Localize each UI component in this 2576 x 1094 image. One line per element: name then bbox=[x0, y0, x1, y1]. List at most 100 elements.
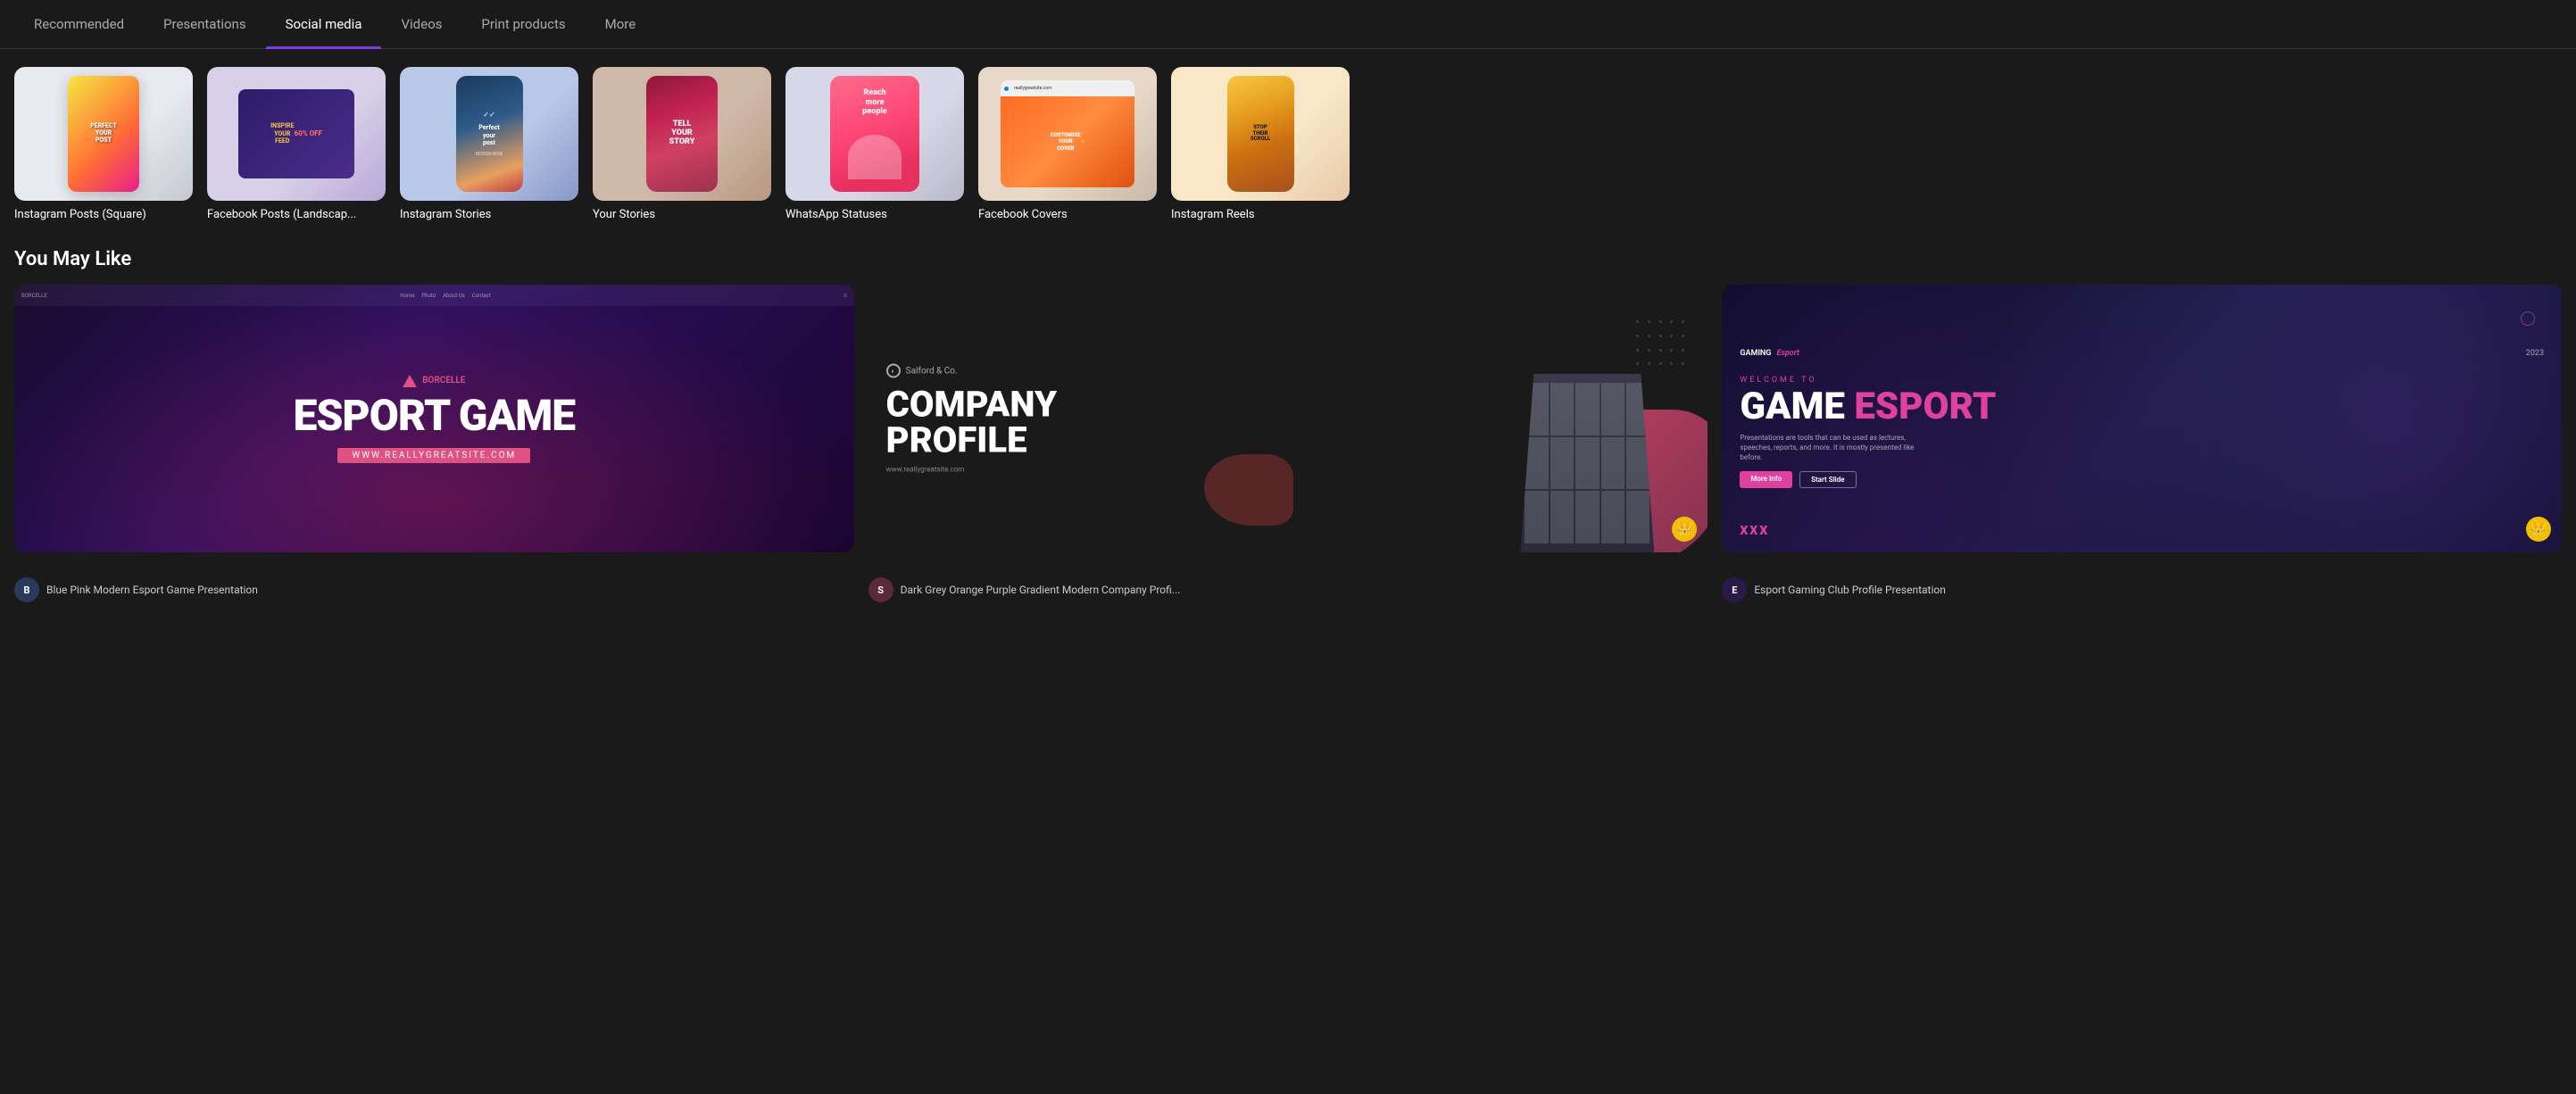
nav-home: Home bbox=[400, 293, 414, 299]
dot bbox=[1659, 335, 1662, 337]
esport-logo: BORCELLE bbox=[403, 375, 465, 387]
nav-about: About Us bbox=[443, 293, 464, 299]
dot-pattern bbox=[1636, 320, 1690, 374]
section-you-may-like: You May Like bbox=[0, 230, 2576, 285]
tab-videos[interactable]: Videos bbox=[381, 0, 461, 48]
nav-menu: ≡ bbox=[843, 293, 847, 299]
ig-reel-phone: STOPTHEIRSCROLL bbox=[1227, 76, 1294, 192]
template-card-esport[interactable]: BORCELLE Home Photo About Us Contact ≡ B… bbox=[14, 285, 854, 552]
window bbox=[1575, 437, 1599, 490]
company-building-grid bbox=[1520, 374, 1654, 552]
card-footer-game: E Esport Gaming Club Profile Presentatio… bbox=[1722, 570, 2562, 609]
person-silhouette bbox=[848, 135, 902, 179]
ig-story-phone: ✓✓ Perfectyourpost DESIGN NOW bbox=[456, 76, 523, 192]
game-more-info-button[interactable]: More Info bbox=[1740, 471, 1792, 488]
category-instagram-stories[interactable]: ✓✓ Perfectyourpost DESIGN NOW Instagram … bbox=[400, 67, 578, 221]
esport-triangle-icon bbox=[403, 375, 417, 387]
cover-main: CUSTOMISEYOURCOVER ★ bbox=[1001, 96, 1134, 187]
card-nav-bar: BORCELLE Home Photo About Us Contact ≡ bbox=[14, 285, 854, 306]
template-card-game[interactable]: GAMING Esport 2023 WELCOME TO GAME ESPOR… bbox=[1722, 285, 2562, 552]
category-label-ig-stories: Instagram Stories bbox=[400, 208, 491, 221]
category-instagram-reels[interactable]: STOPTHEIRSCROLL Instagram Reels bbox=[1171, 67, 1350, 221]
window bbox=[1525, 383, 1548, 435]
window bbox=[1550, 383, 1574, 435]
game-title: GAME ESPORT bbox=[1740, 388, 1996, 426]
category-label-your-stories: Your Stories bbox=[593, 208, 655, 221]
company-blob2-shape bbox=[1204, 454, 1293, 526]
tab-more[interactable]: More bbox=[586, 0, 656, 48]
category-thumb-ig-stories: ✓✓ Perfectyourpost DESIGN NOW bbox=[400, 67, 578, 201]
game-description: Presentations are tools that can be used… bbox=[1740, 433, 1936, 463]
cover-top-bar: reallygreatsite.com bbox=[1001, 80, 1134, 96]
category-your-stories[interactable]: TELLYOURSTORY Your Stories bbox=[593, 67, 771, 221]
dot bbox=[1670, 320, 1673, 323]
game-start-slide-button[interactable]: Start Slide bbox=[1799, 471, 1856, 488]
category-instagram-posts[interactable]: PERFECTYOURPOST Instagram Posts (Square) bbox=[14, 67, 193, 221]
window bbox=[1550, 491, 1574, 543]
tab-presentations[interactable]: Presentations bbox=[144, 0, 266, 48]
tab-print-products[interactable]: Print products bbox=[461, 0, 585, 48]
tab-recommended[interactable]: Recommended bbox=[14, 0, 144, 48]
category-facebook-posts[interactable]: INSPIREYOURFEED60% OFF Facebook Posts (L… bbox=[207, 67, 386, 221]
dot bbox=[1659, 320, 1662, 323]
window bbox=[1601, 383, 1625, 435]
category-label-whatsapp: WhatsApp Statuses bbox=[785, 208, 887, 221]
dot bbox=[1636, 349, 1639, 352]
phone-mockup: PERFECTYOURPOST bbox=[68, 76, 139, 192]
dot bbox=[1636, 320, 1639, 323]
company-url: www.reallygreatsite.com bbox=[886, 466, 1057, 474]
category-label-ig-reels: Instagram Reels bbox=[1171, 208, 1255, 221]
brand-name: BORCELLE bbox=[21, 293, 47, 299]
window bbox=[1601, 491, 1625, 543]
game-year: 2023 bbox=[2526, 349, 2544, 358]
category-thumb-fb-covers: reallygreatsite.com CUSTOMISEYOURCOVER ★ bbox=[978, 67, 1157, 201]
dot bbox=[1682, 362, 1684, 365]
dot bbox=[1648, 320, 1650, 323]
category-facebook-covers[interactable]: reallygreatsite.com CUSTOMISEYOURCOVER ★… bbox=[978, 67, 1157, 221]
game-welcome: WELCOME TO bbox=[1740, 376, 1816, 385]
phone-screen: PERFECTYOURPOST bbox=[68, 76, 139, 192]
avatar-esport: B bbox=[14, 577, 39, 602]
game-buttons: More Info Start Slide bbox=[1740, 471, 1856, 488]
nav-contact: Contact bbox=[472, 293, 491, 299]
dot bbox=[1636, 335, 1639, 337]
dot bbox=[1682, 320, 1684, 323]
dot bbox=[1648, 362, 1650, 365]
game-header-left: GAMING Esport bbox=[1740, 349, 1799, 358]
card-footer-esport: B Blue Pink Modern Esport Game Presentat… bbox=[14, 570, 854, 609]
card-footer-label-game: Esport Gaming Club Profile Presentation bbox=[1754, 584, 1946, 596]
dot bbox=[1670, 349, 1673, 352]
esport-brand: BORCELLE bbox=[422, 376, 465, 385]
dot bbox=[1648, 349, 1650, 352]
fb-icon-dot bbox=[1004, 87, 1009, 91]
dot bbox=[1659, 362, 1662, 365]
window bbox=[1550, 437, 1574, 490]
category-label-fb-covers: Facebook Covers bbox=[978, 208, 1068, 221]
category-thumb-ig-reels: STOPTHEIRSCROLL bbox=[1171, 67, 1350, 201]
category-label-insta: Instagram Posts (Square) bbox=[14, 208, 146, 221]
template-card-company[interactable]: ◐ Salford & Co. COMPANY PROFILE www.real… bbox=[868, 285, 1708, 552]
card-footer-label-esport: Blue Pink Modern Esport Game Presentatio… bbox=[46, 584, 258, 596]
company-logo-line: ◐ Salford & Co. bbox=[886, 364, 1057, 378]
esport-url: WWW.REALLYGREATSITE.COM bbox=[337, 448, 530, 463]
game-title-white: GAME bbox=[1740, 385, 1845, 428]
cards-footer-grid: B Blue Pink Modern Esport Game Presentat… bbox=[0, 570, 2576, 627]
dot bbox=[1682, 349, 1684, 352]
window bbox=[1575, 383, 1599, 435]
window bbox=[1525, 437, 1548, 490]
game-header: GAMING Esport 2023 bbox=[1740, 349, 2544, 358]
category-thumb-fb: INSPIREYOURFEED60% OFF bbox=[207, 67, 386, 201]
esport-title: ESPORT GAME bbox=[294, 394, 576, 437]
tab-social-media[interactable]: Social media bbox=[266, 0, 382, 48]
window bbox=[1626, 491, 1649, 543]
card-footer-company: S Dark Grey Orange Purple Gradient Moder… bbox=[868, 570, 1708, 609]
dot bbox=[1648, 335, 1650, 337]
dot bbox=[1636, 362, 1639, 365]
dot bbox=[1670, 362, 1673, 365]
avatar-game: E bbox=[1722, 577, 1747, 602]
dot bbox=[1670, 335, 1673, 337]
avatar-company: S bbox=[868, 577, 893, 602]
category-whatsapp[interactable]: Reachmorepeople WhatsApp Statuses bbox=[785, 67, 964, 221]
nav-photo: Photo bbox=[421, 293, 436, 299]
category-row: PERFECTYOURPOST Instagram Posts (Square)… bbox=[0, 49, 2576, 230]
